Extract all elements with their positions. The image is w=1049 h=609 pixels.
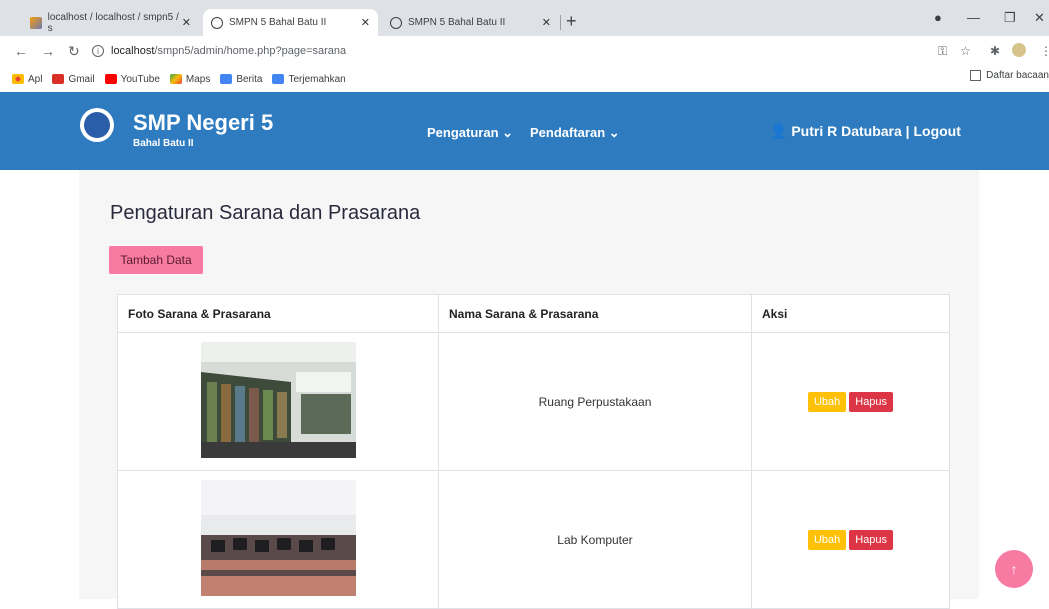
close-icon[interactable]: ✕ <box>542 16 551 29</box>
action-cell: Ubah Hapus <box>751 332 950 471</box>
photo-cell <box>117 470 439 609</box>
reload-icon[interactable]: ↻ <box>68 43 80 60</box>
globe-icon <box>211 16 223 29</box>
new-tab-button[interactable]: + <box>566 11 577 32</box>
bookmark-berita[interactable]: Berita <box>220 74 262 85</box>
reading-list-button[interactable]: Daftar bacaan <box>970 70 1049 81</box>
library-photo <box>200 342 356 458</box>
bookmark-label: Gmail <box>68 73 95 85</box>
site-brand-subtitle: Bahal Batu II <box>133 138 194 149</box>
school-logo-icon[interactable] <box>80 108 114 142</box>
bookmark-label: Maps <box>185 73 211 85</box>
delete-button[interactable]: Hapus <box>849 391 894 412</box>
site-navbar: SMP Negeri 5 Bahal Batu II Pengaturan ⌄ … <box>0 92 1049 170</box>
delete-button[interactable]: Hapus <box>849 529 894 550</box>
page-title: Pengaturan Sarana dan Prasarana <box>110 202 421 224</box>
arrow-up-icon: ↑ <box>1010 561 1018 577</box>
bookmarks-bar: Apl Gmail YouTube Maps Berita Terjemahka… <box>0 66 1049 93</box>
reading-list-label: Daftar bacaan <box>986 70 1049 81</box>
bookmark-label: Berita <box>236 73 263 85</box>
tab-smpn5-active[interactable]: SMPN 5 Bahal Batu II ✕ <box>203 9 378 36</box>
forward-arrow-icon[interactable]: → <box>41 43 55 59</box>
globe-icon <box>390 16 402 29</box>
back-arrow-icon[interactable]: ← <box>14 43 28 59</box>
tab-smpn5[interactable]: SMPN 5 Bahal Batu II ✕ <box>382 9 559 36</box>
user-logout-link[interactable]: 👤 Putri R Datubara | Logout <box>770 123 961 140</box>
scroll-top-button[interactable]: ↑ <box>995 550 1033 588</box>
avatar[interactable] <box>1012 43 1026 57</box>
translate-icon <box>272 74 285 84</box>
column-header-photo: Foto Sarana & Prasarana <box>117 294 439 333</box>
facility-name: Ruang Perpustakaan <box>438 332 752 471</box>
table-row: Ruang Perpustakaan Ubah Hapus <box>117 332 950 471</box>
menu-pendaftaran[interactable]: Pendaftaran ⌄ <box>530 125 620 141</box>
close-icon[interactable]: ✕ <box>361 16 370 29</box>
info-icon[interactable]: i <box>92 45 104 57</box>
add-data-button[interactable]: Tambah Data <box>109 246 203 274</box>
apps-grid-icon <box>12 74 24 84</box>
tab-phpmyadmin[interactable]: localhost / localhost / smpn5 / s ✕ <box>22 9 199 36</box>
edit-button[interactable]: Ubah <box>807 529 847 550</box>
news-icon <box>220 74 233 84</box>
table-row: Lab Komputer Ubah Hapus <box>117 470 950 609</box>
url-host: localhost <box>111 45 155 57</box>
profile-dot-icon[interactable]: ● <box>934 10 942 25</box>
close-icon[interactable]: ✕ <box>182 16 191 29</box>
tab-title: localhost / localhost / smpn5 / s <box>47 11 179 34</box>
action-cell: Ubah Hapus <box>751 470 950 609</box>
bookmark-label: YouTube <box>120 73 160 85</box>
menu-pengaturan[interactable]: Pengaturan ⌄ <box>427 125 513 141</box>
tab-title: SMPN 5 Bahal Batu II <box>408 17 506 28</box>
bookmark-maps[interactable]: Maps <box>169 73 211 85</box>
extensions-icon[interactable]: ✱ <box>990 44 1000 58</box>
reading-list-icon <box>970 70 982 81</box>
bookmark-translate[interactable]: Terjemahkan <box>272 73 346 85</box>
tab-title: SMPN 5 Bahal Batu II <box>229 17 327 28</box>
tab-separator <box>560 15 561 30</box>
site-brand[interactable]: SMP Negeri 5 <box>133 110 273 136</box>
key-icon[interactable]: ⚿ <box>938 44 947 59</box>
facilities-table: Foto Sarana & Prasarana Nama Sarana & Pr… <box>117 294 950 609</box>
url-path: /smpn5/admin/home.php?page=sarana <box>154 45 347 57</box>
column-header-action: Aksi <box>751 294 950 333</box>
star-icon[interactable]: ☆ <box>960 44 971 58</box>
bookmark-label: Apl <box>28 73 43 85</box>
bookmark-youtube[interactable]: YouTube <box>104 73 160 85</box>
gmail-icon <box>52 74 65 84</box>
minimize-icon[interactable]: — <box>967 10 980 25</box>
facility-name: Lab Komputer <box>438 470 752 609</box>
menu-dots-icon[interactable]: ⋮ <box>1040 44 1049 58</box>
youtube-icon <box>104 74 117 84</box>
browser-toolbar: ← → ↻ i localhost/smpn5/admin/home.php?p… <box>0 36 1049 66</box>
browser-tab-strip: localhost / localhost / smpn5 / s ✕ SMPN… <box>0 0 1049 36</box>
main-content: Pengaturan Sarana dan Prasarana Tambah D… <box>79 170 979 609</box>
edit-button[interactable]: Ubah <box>807 391 847 412</box>
table-header-row: Foto Sarana & Prasarana Nama Sarana & Pr… <box>117 294 950 333</box>
column-header-name: Nama Sarana & Prasarana <box>438 294 752 333</box>
bookmark-gmail[interactable]: Gmail <box>52 73 95 85</box>
photo-cell <box>117 332 439 471</box>
bookmark-apps[interactable]: Apl <box>12 74 42 85</box>
maps-icon <box>169 74 182 84</box>
bookmark-label: Terjemahkan <box>288 73 346 85</box>
address-bar[interactable]: i localhost/smpn5/admin/home.php?page=sa… <box>92 42 346 60</box>
restore-icon[interactable]: ❐ <box>1004 10 1016 26</box>
phpmyadmin-icon <box>30 16 42 29</box>
window-close-icon[interactable]: ✕ <box>1034 10 1045 26</box>
computer-lab-photo <box>200 480 356 596</box>
